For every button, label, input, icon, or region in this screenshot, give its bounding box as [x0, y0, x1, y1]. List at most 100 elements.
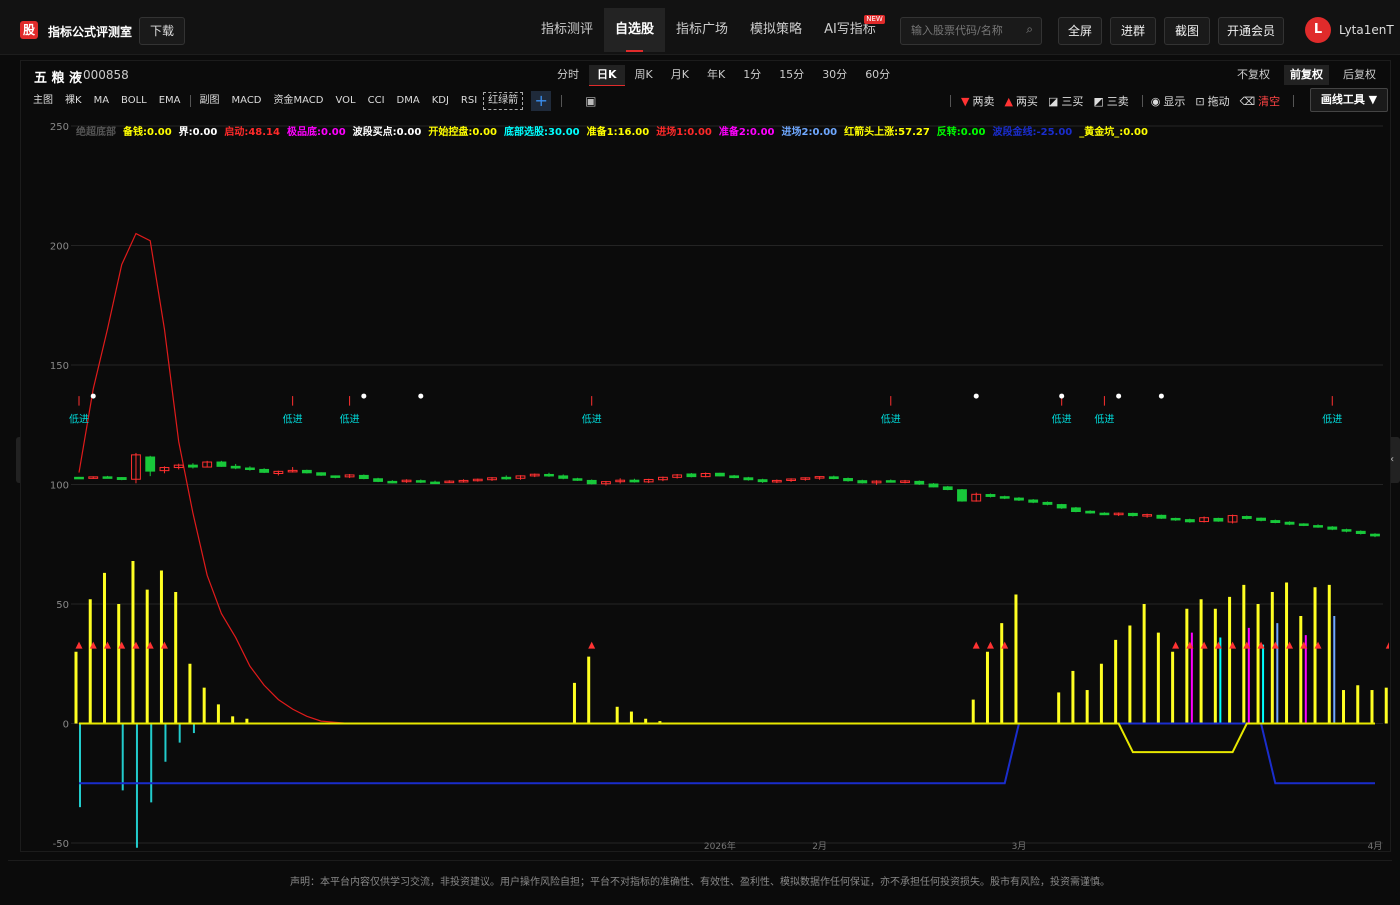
candle-body	[259, 468, 270, 473]
tool-clear[interactable]: ⌫ 清空	[1240, 93, 1281, 109]
sell-arrow-icon: ▼	[961, 95, 970, 108]
period-tab[interactable]: 15分	[771, 65, 812, 85]
y-tick-label: 50	[56, 600, 69, 611]
candle-body	[1184, 519, 1195, 523]
tool-label: 三买	[1061, 95, 1084, 108]
adjust-none-button[interactable]: 不复权	[1231, 65, 1276, 85]
period-tab[interactable]: 60分	[857, 65, 898, 85]
add-indicator-icon[interactable]: +	[531, 91, 552, 111]
candle-body	[572, 478, 583, 481]
adjust-forward-button[interactable]: 前复权	[1284, 65, 1329, 85]
nav-indicator-review[interactable]: 指标测评	[530, 8, 604, 52]
stock-name: 五 粮 液	[34, 71, 83, 86]
indicator-main-chart[interactable]: 主图	[27, 91, 59, 111]
period-tab-daily[interactable]: 日K	[589, 65, 625, 86]
candle-body	[1085, 510, 1096, 514]
signal-tools: ▼ 两卖 ▲ 两买 ◪ 三买 ◩ 三卖 ◉ 显示 ⊡ 拖动 ⌫ 清空	[947, 91, 1297, 111]
buy-triangle	[986, 641, 994, 649]
download-button[interactable]: 下载	[139, 17, 185, 45]
indicator-boll[interactable]: BOLL	[115, 91, 153, 111]
y-tick-label: 200	[50, 242, 69, 253]
legend-item: 进场2:0.00	[782, 125, 838, 138]
buy-triangle	[75, 641, 83, 649]
indicator-rsi[interactable]: RSI	[455, 91, 483, 111]
tool-label: 显示	[1163, 95, 1186, 108]
period-tab[interactable]: 年K	[699, 65, 733, 85]
signal-dot	[973, 393, 979, 399]
indicator-dma[interactable]: DMA	[391, 91, 426, 111]
indicator-cci[interactable]: CCI	[362, 91, 391, 111]
screenshot-button[interactable]: 截图	[1164, 17, 1210, 45]
low-entry-marker: 低进	[340, 412, 360, 425]
search-input[interactable]	[901, 18, 1031, 42]
divider	[1293, 95, 1295, 107]
membership-button[interactable]: 开通会员	[1218, 17, 1284, 45]
eye-icon: ◉	[1150, 95, 1161, 108]
indicator-ema[interactable]: EMA	[153, 91, 187, 111]
period-tab[interactable]: 月K	[663, 65, 697, 85]
tool-show[interactable]: ◉ 显示	[1151, 93, 1186, 109]
fullscreen-button[interactable]: 全屏	[1058, 17, 1102, 45]
candle-body	[729, 475, 740, 479]
top-nav: 股 指标公式评测室 下载 指标测评 自选股 指标广场 模拟策略 AI写指标 NEW…	[0, 0, 1400, 55]
nav-label: AI写指标	[824, 22, 876, 37]
kline-chart[interactable]: 250 200 150 100 50 0 -50 2026年 2月 3月 4月 绝超底部 备钱:0.00…	[21, 116, 1389, 851]
nav-ai-indicator[interactable]: AI写指标 NEW	[813, 8, 887, 52]
period-tab[interactable]: 30分	[814, 65, 855, 85]
save-icon[interactable]: ▣	[585, 94, 596, 108]
draw-tools-dropdown[interactable]: 画线工具 ▼	[1310, 88, 1388, 112]
search-icon[interactable]: ⌕	[1026, 22, 1033, 37]
avatar[interactable]: L	[1305, 17, 1331, 43]
period-tab[interactable]: 周K	[627, 65, 661, 85]
indicator-ma[interactable]: MA	[88, 91, 115, 111]
legend-item: _黄金坑_:0.00	[1079, 125, 1148, 138]
indicator-red-green-arrow[interactable]: 红绿箭	[483, 92, 524, 110]
brand-title[interactable]: 指标公式评测室	[48, 23, 132, 40]
indicator-sub-chart[interactable]: 副图	[194, 91, 226, 111]
buy-triangle	[1172, 641, 1180, 649]
low-entry-marker: 低进	[1052, 412, 1072, 425]
x-tick-label: 2026年	[704, 840, 736, 851]
legend-item: 绝超底部	[76, 125, 116, 138]
tool-two-buy[interactable]: ▲ 两买	[1004, 93, 1037, 109]
nav-simulated-strategy[interactable]: 模拟策略	[739, 8, 813, 52]
legend-item: 界:0.00	[179, 126, 218, 138]
lock-icon: ⊡	[1195, 95, 1205, 108]
candle-body	[1028, 499, 1039, 503]
series-line	[78, 232, 1375, 725]
indicator-macd[interactable]: MACD	[226, 91, 268, 111]
indicator-vol[interactable]: VOL	[330, 91, 362, 111]
divider	[1141, 95, 1143, 107]
candle-body	[188, 464, 198, 468]
indicator-naked-k[interactable]: 裸K	[59, 91, 88, 111]
tool-three-buy[interactable]: ◪ 三买	[1048, 93, 1083, 109]
buy-triangle	[972, 641, 980, 649]
legend-item: 波段金线:-25.00	[992, 125, 1072, 138]
legend-item: 极品底:0.00	[287, 125, 346, 138]
candle-body	[230, 465, 241, 469]
low-entry-marker: 低进	[881, 412, 901, 425]
indicator-kdj[interactable]: KDJ	[426, 91, 455, 111]
tool-label: 三卖	[1106, 95, 1129, 108]
tool-drag[interactable]: ⊡ 拖动	[1195, 93, 1229, 109]
legend-item: 红箭头上涨:57.27	[844, 125, 930, 138]
candle-body	[544, 473, 554, 477]
legend-item: 启动:48.14	[224, 125, 280, 138]
period-tab[interactable]: 1分	[735, 65, 769, 85]
logo-icon[interactable]: 股	[20, 21, 38, 39]
nav-indicator-square[interactable]: 指标广场	[665, 8, 739, 52]
tool-three-sell[interactable]: ◩ 三卖	[1093, 93, 1128, 109]
candle-body	[1170, 517, 1181, 521]
y-tick-label: 0	[63, 720, 69, 731]
join-group-button[interactable]: 进群	[1110, 17, 1156, 45]
divider	[561, 95, 563, 107]
signal-dot	[418, 393, 424, 399]
candle-body	[686, 473, 697, 478]
candle-body	[857, 480, 868, 484]
adjust-backward-button[interactable]: 后复权	[1337, 65, 1382, 85]
tool-two-sell[interactable]: ▼ 两卖	[961, 93, 994, 109]
indicator-fund-macd[interactable]: 资金MACD	[268, 91, 330, 111]
period-tab[interactable]: 分时	[549, 65, 587, 85]
user-name[interactable]: Lyta1enT	[1339, 23, 1394, 37]
nav-watchlist[interactable]: 自选股	[604, 8, 666, 52]
